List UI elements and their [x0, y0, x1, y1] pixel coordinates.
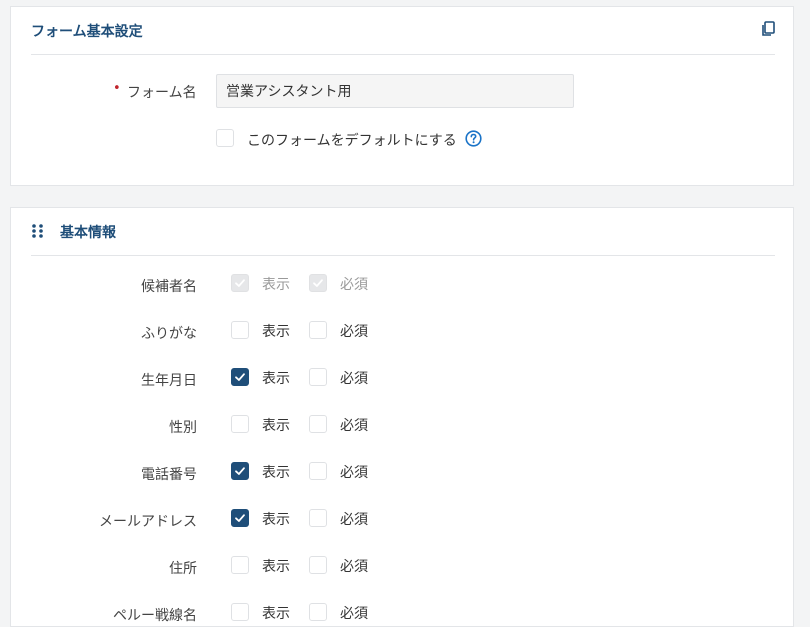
required-label: 必須	[340, 559, 368, 575]
checkmark-icon	[235, 373, 245, 381]
required-checkbox[interactable]	[309, 509, 327, 527]
form-settings-header: フォーム基本設定	[31, 7, 775, 55]
field-row-label: ふりがな	[141, 326, 197, 342]
field-row: 生年月日 表示 必須	[11, 368, 793, 392]
show-checkbox[interactable]	[231, 321, 249, 339]
required-option[interactable]: 必須	[309, 603, 368, 623]
checkmark-icon	[235, 279, 245, 287]
required-checkbox[interactable]	[309, 321, 327, 339]
show-option[interactable]: 表示	[231, 462, 290, 482]
show-checkbox	[231, 274, 249, 292]
field-row-label: 住所	[169, 561, 197, 577]
show-checkbox[interactable]	[231, 462, 249, 480]
field-row: ふりがな 表示 必須	[11, 321, 793, 345]
field-row: 性別 表示 必須	[11, 415, 793, 439]
show-checkbox[interactable]	[231, 415, 249, 433]
form-settings-title: フォーム基本設定	[31, 24, 143, 40]
field-row-label: 生年月日	[141, 373, 197, 389]
show-checkbox[interactable]	[231, 509, 249, 527]
field-row: 電話番号 表示 必須	[11, 462, 793, 486]
default-form-checkbox[interactable]	[216, 129, 234, 147]
field-row-label: メールアドレス	[99, 514, 197, 530]
form-settings-card: フォーム基本設定 • フォーム名 このフォームをデフォルトにする	[10, 6, 794, 186]
basic-info-card: 基本情報 候補者名 表示 必須 ふりがな 表示 必須 生年月日 表示 必須 性別 表示 必須 電話番号表…	[10, 207, 794, 627]
show-label: 表示	[262, 371, 290, 387]
field-row: ペルー戦線名 表示 必須	[11, 603, 793, 627]
form-name-input[interactable]	[216, 74, 574, 108]
required-option[interactable]: 必須	[309, 368, 368, 388]
show-option[interactable]: 表示	[231, 556, 290, 576]
field-row: 住所 表示 必須	[11, 556, 793, 580]
required-label: 必須	[340, 606, 368, 622]
show-option[interactable]: 表示	[231, 368, 290, 388]
required-marker: •	[113, 81, 121, 96]
field-row-label: 候補者名	[141, 279, 197, 295]
required-label: 必須	[340, 324, 368, 340]
required-label: 必須	[340, 512, 368, 528]
form-name-label: フォーム名	[127, 85, 197, 101]
show-label: 表示	[262, 465, 290, 481]
show-label: 表示	[262, 418, 290, 434]
field-row-label: 性別	[169, 420, 197, 436]
show-label: 表示	[262, 559, 290, 575]
required-label: 必須	[340, 418, 368, 434]
required-option[interactable]: 必須	[309, 462, 368, 482]
required-option[interactable]: 必須	[309, 509, 368, 529]
help-icon[interactable]	[465, 130, 482, 147]
copy-icon[interactable]	[761, 21, 775, 37]
required-option[interactable]: 必須	[309, 556, 368, 576]
required-option[interactable]: 必須	[309, 321, 368, 341]
required-label: 必須	[340, 277, 368, 293]
field-row-label: 電話番号	[141, 467, 197, 483]
field-row: 候補者名 表示 必須	[11, 274, 793, 298]
checkmark-icon	[235, 467, 245, 475]
show-option: 表示	[231, 274, 290, 294]
checkmark-icon	[235, 514, 245, 522]
default-form-label: このフォームをデフォルトにする	[247, 133, 457, 149]
checkmark-icon	[313, 279, 323, 287]
show-checkbox[interactable]	[231, 556, 249, 574]
show-label: 表示	[262, 606, 290, 622]
show-checkbox[interactable]	[231, 368, 249, 386]
required-option[interactable]: 必須	[309, 415, 368, 435]
show-label: 表示	[262, 277, 290, 293]
required-label: 必須	[340, 465, 368, 481]
show-label: 表示	[262, 512, 290, 528]
drag-handle-icon[interactable]	[31, 222, 45, 240]
required-checkbox[interactable]	[309, 462, 327, 480]
show-option[interactable]: 表示	[231, 415, 290, 435]
basic-info-header: 基本情報	[31, 208, 775, 256]
field-row-label: ペルー戦線名	[113, 608, 197, 624]
show-option[interactable]: 表示	[231, 603, 290, 623]
show-option[interactable]: 表示	[231, 509, 290, 529]
show-option[interactable]: 表示	[231, 321, 290, 341]
required-option: 必須	[309, 274, 368, 294]
show-checkbox[interactable]	[231, 603, 249, 621]
required-checkbox[interactable]	[309, 368, 327, 386]
show-label: 表示	[262, 324, 290, 340]
basic-info-title: 基本情報	[60, 225, 116, 241]
required-checkbox[interactable]	[309, 603, 327, 621]
default-form-option[interactable]: このフォームをデフォルトにする	[216, 129, 482, 149]
required-checkbox[interactable]	[309, 415, 327, 433]
required-label: 必須	[340, 371, 368, 387]
required-checkbox[interactable]	[309, 556, 327, 574]
required-checkbox	[309, 274, 327, 292]
field-row: メールアドレス 表示 必須	[11, 509, 793, 533]
